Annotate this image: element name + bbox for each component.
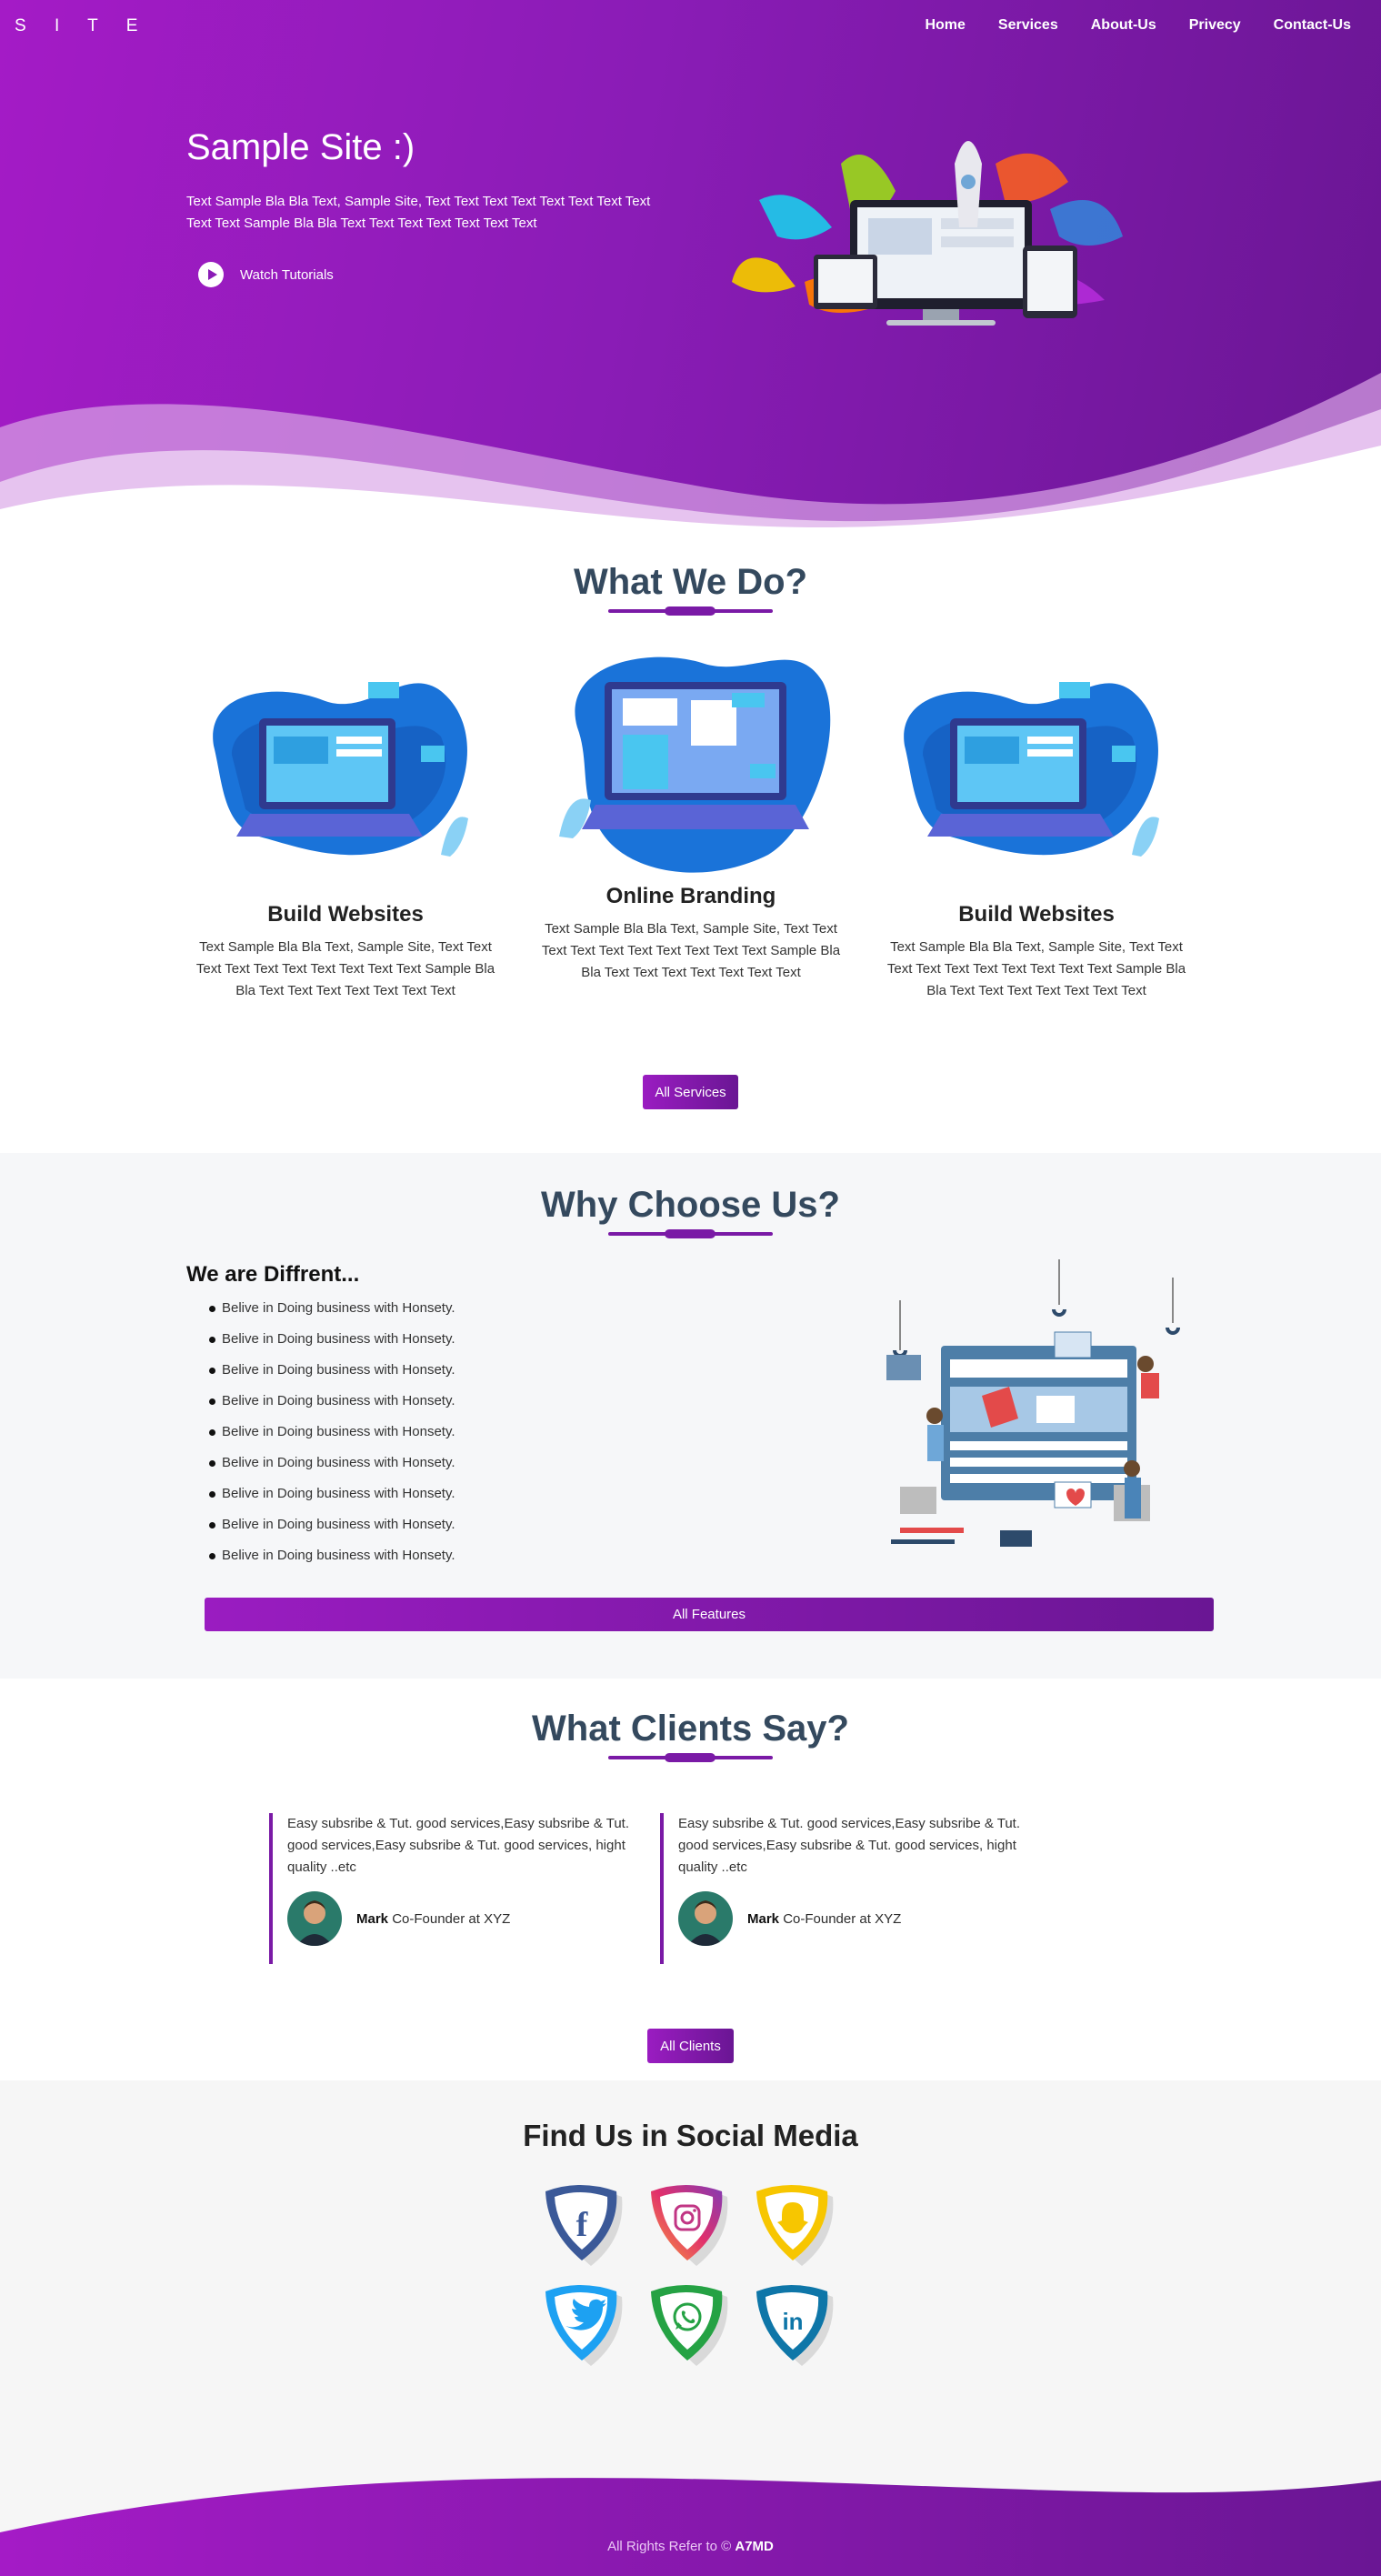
author-name: Mark (356, 1910, 389, 1927)
svg-text:f: f (576, 2206, 589, 2244)
services-title-underline (608, 606, 773, 616)
list-item: Belive in Doing business with Honsety. (209, 1478, 455, 1509)
watch-tutorials-button[interactable]: Watch Tutorials (198, 262, 334, 287)
author-role: Co-Founder at XYZ (388, 1910, 511, 1927)
service-title: Build Websites (267, 902, 424, 927)
watch-tutorials-label: Watch Tutorials (240, 266, 334, 283)
list-item: Belive in Doing business with Honsety. (209, 1386, 455, 1417)
all-services-button[interactable]: All Services (643, 1075, 738, 1109)
avatar (287, 1891, 342, 1946)
list-item: Belive in Doing business with Honsety. (209, 1540, 455, 1571)
author-role: Co-Founder at XYZ (779, 1910, 902, 1927)
online-branding-illustration (559, 657, 831, 873)
list-item: Belive in Doing business with Honsety. (209, 1509, 455, 1540)
twitter-icon[interactable] (540, 2284, 631, 2375)
testimonial-card: Easy subsribe & Tut. good services,Easy … (660, 1813, 1042, 1964)
all-features-button[interactable]: All Features (205, 1598, 1214, 1631)
list-item: Belive in Doing business with Honsety. (209, 1417, 455, 1448)
avatar (678, 1891, 733, 1946)
service-card: Build Websites Text Sample Bla Bla Text,… (873, 655, 1200, 1002)
testimonial-card: Easy subsribe & Tut. good services,Easy … (269, 1813, 651, 1964)
service-title: Build Websites (958, 902, 1115, 927)
clients-title: What Clients Say? (532, 1709, 849, 1749)
testimonial-author: Mark Co-Founder at XYZ (678, 1891, 1042, 1946)
why-list: Belive in Doing business with Honsety. B… (209, 1293, 455, 1571)
nav-contact-us[interactable]: Contact-Us (1274, 17, 1351, 34)
service-description: Text Sample Bla Bla Text, Sample Site, T… (195, 939, 495, 998)
whatsapp-icon[interactable] (645, 2284, 736, 2375)
footer-prefix: All Rights Refer to © (607, 2539, 736, 2554)
site-logo[interactable]: S I T E (15, 16, 149, 36)
all-clients-button[interactable]: All Clients (647, 2029, 734, 2063)
service-description: Text Sample Bla Bla Text, Sample Site, T… (886, 939, 1186, 998)
hero-wave-decoration (0, 373, 1381, 527)
hero-section: S I T E Home Services About-Us Privecy C… (0, 0, 1381, 527)
why-subtitle: We are Diffrent... (186, 1262, 360, 1287)
hero-description: Text Sample Bla Bla Text, Sample Site, T… (186, 194, 651, 231)
instagram-icon[interactable] (645, 2184, 736, 2275)
hero-title: Sample Site :) (186, 127, 415, 167)
nav-services[interactable]: Services (998, 17, 1058, 34)
main-nav: Home Services About-Us Privecy Contact-U… (925, 17, 1351, 34)
svg-text:in: in (782, 2308, 803, 2335)
testimonial-quote: Easy subsribe & Tut. good services,Easy … (287, 1816, 630, 1875)
service-title: Online Branding (605, 884, 776, 908)
list-item: Belive in Doing business with Honsety. (209, 1355, 455, 1386)
website-building-illustration (886, 1259, 1180, 1547)
hero-devices-illustration (732, 141, 1123, 326)
web-development-illustration (904, 682, 1159, 857)
list-item: Belive in Doing business with Honsety. (209, 1324, 455, 1355)
play-icon (198, 262, 224, 287)
nav-privacy[interactable]: Privecy (1189, 17, 1241, 34)
author-name: Mark (747, 1910, 780, 1927)
service-card: Build Websites Text Sample Bla Bla Text,… (182, 655, 509, 1002)
nav-about-us[interactable]: About-Us (1091, 17, 1156, 34)
linkedin-icon[interactable]: in (751, 2284, 842, 2375)
why-title: Why Choose Us? (541, 1185, 840, 1225)
facebook-icon[interactable]: f (540, 2184, 631, 2275)
snapchat-icon[interactable] (751, 2184, 842, 2275)
service-card: Online Branding Text Sample Bla Bla Text… (527, 655, 855, 984)
clients-title-underline (608, 1753, 773, 1762)
footer-wave (0, 2478, 1381, 2576)
web-development-illustration (213, 682, 468, 857)
services-title: What We Do? (573, 562, 807, 602)
list-item: Belive in Doing business with Honsety. (209, 1448, 455, 1478)
footer-copyright: All Rights Refer to © A7MD (0, 2539, 1381, 2554)
list-item: Belive in Doing business with Honsety. (209, 1293, 455, 1324)
why-title-underline (608, 1229, 773, 1238)
social-title: Find Us in Social Media (523, 2119, 858, 2152)
testimonial-quote: Easy subsribe & Tut. good services,Easy … (678, 1816, 1021, 1875)
nav-home[interactable]: Home (925, 17, 965, 34)
service-description: Text Sample Bla Bla Text, Sample Site, T… (541, 921, 841, 980)
testimonial-author: Mark Co-Founder at XYZ (287, 1891, 651, 1946)
footer-brand[interactable]: A7MD (735, 2539, 774, 2554)
